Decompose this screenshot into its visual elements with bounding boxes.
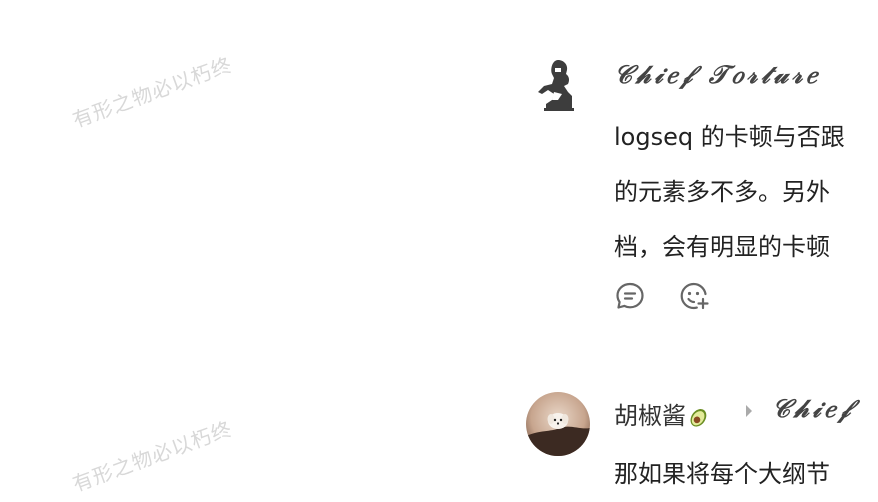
thinker-figure-icon (528, 54, 590, 116)
comment-author[interactable]: 胡椒酱 (614, 396, 710, 431)
comment-text-line: logseq 的卡顿与否跟 (614, 123, 845, 151)
comment-text-line: 的元素多不多。另外 (614, 178, 830, 206)
comment-item: 𝒞𝒽𝒾𝑒𝒻 𝒯𝑜𝓇𝓉𝓊𝓇𝑒 logseq 的卡顿与否跟 的元素多不多。另外 档，… (0, 0, 878, 340)
avatar[interactable] (528, 54, 590, 116)
comment-body: logseq 的卡顿与否跟 的元素多不多。另外 档，会有明显的卡顿 (614, 110, 845, 275)
comment-text-line: 档，会有明显的卡顿 (614, 233, 830, 261)
author-name: 胡椒酱 (614, 402, 686, 430)
caret-right-icon (746, 405, 752, 417)
add-reaction-button[interactable] (678, 280, 710, 312)
reply-button[interactable] (614, 280, 646, 312)
add-reaction-icon (680, 282, 709, 310)
comment-body: 那如果将每个大纲节 (614, 446, 830, 501)
avatar[interactable] (526, 392, 590, 456)
comment-text-line: 那如果将每个大纲节 (614, 460, 830, 488)
avocado-icon (690, 409, 707, 427)
comment-author[interactable]: 𝒞𝒽𝒾𝑒𝒻 𝒯𝑜𝓇𝓉𝓊𝓇𝑒 (614, 60, 820, 90)
reply-to-author[interactable]: 𝒞𝒽𝒾𝑒𝒻 (772, 394, 854, 424)
avatar-photo (526, 392, 590, 456)
reply-icon (616, 282, 644, 309)
